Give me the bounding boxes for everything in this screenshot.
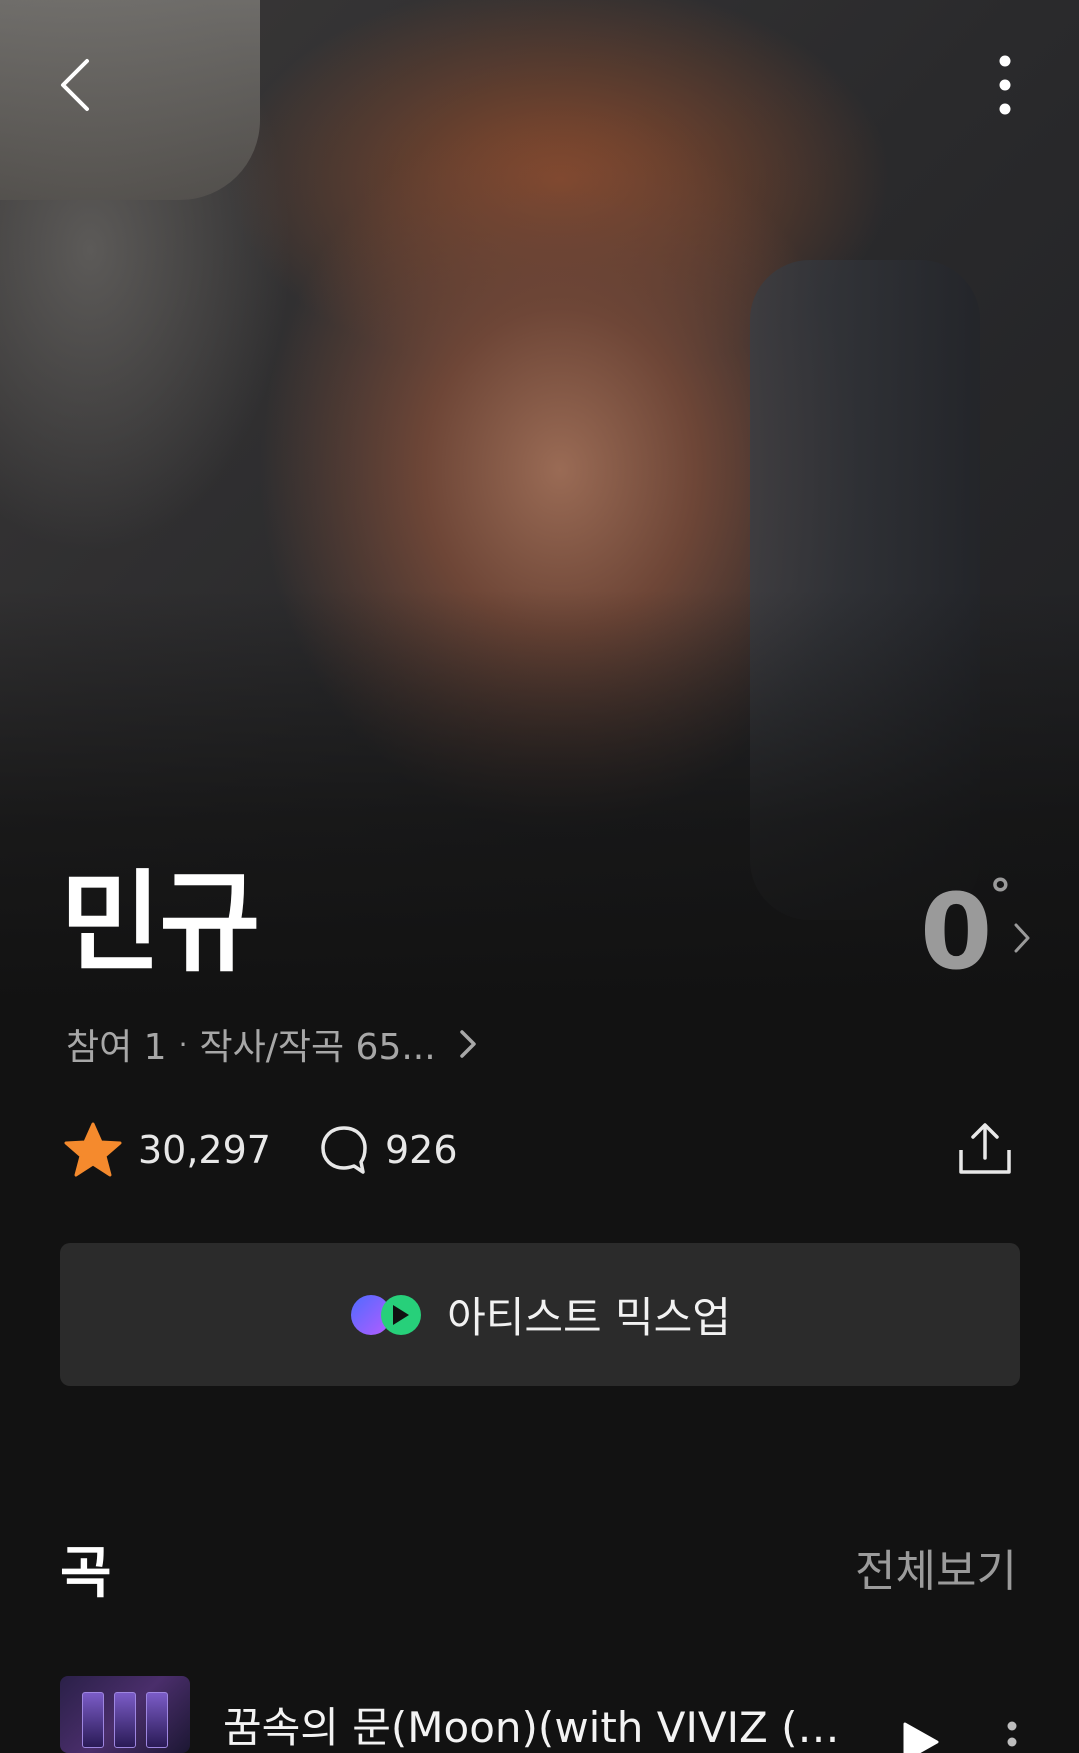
more-vertical-icon[interactable] (1005, 1720, 1019, 1753)
more-vertical-icon (999, 55, 1011, 115)
play-icon[interactable] (903, 1722, 939, 1753)
temperature-value: 0 (920, 871, 992, 993)
back-button[interactable] (40, 45, 110, 125)
comment-button[interactable]: 926 (319, 1124, 458, 1176)
share-icon (959, 1123, 1011, 1174)
artist-stats: 30,297 926 (64, 1122, 458, 1178)
mixup-label: 아티스트 믹스업 (447, 1293, 731, 1342)
share-button[interactable] (955, 1118, 1015, 1178)
participation-count: 참여 1 (66, 1027, 167, 1068)
list-item[interactable]: 꿈속의 문(Moon)(with VIVIZ (비... (60, 1676, 1020, 1753)
back-arrow-icon (61, 59, 89, 111)
song-title: 꿈속의 문(Moon)(with VIVIZ (비... (223, 1703, 863, 1752)
photo-headrest (0, 0, 260, 200)
artist-credits-link[interactable]: 참여 1 · 작사/작곡 65... (66, 1018, 484, 1070)
photo-seat (750, 260, 980, 920)
mixup-logo-icon (351, 1294, 422, 1335)
artist-mixup-button[interactable]: 아티스트 믹스업 (60, 1243, 1020, 1386)
credits-count: 작사/작곡 65... (199, 1027, 436, 1068)
music-temperature[interactable]: 0 ° (920, 870, 1031, 993)
view-all-songs-link[interactable]: 전체보기 (855, 1550, 1017, 1594)
more-options-button[interactable] (970, 45, 1040, 125)
like-count: 30,297 (138, 1128, 271, 1172)
temperature-unit: ° (989, 870, 1012, 921)
comment-count: 926 (384, 1128, 458, 1172)
album-thumbnail (60, 1676, 190, 1753)
artist-name: 민규 (60, 859, 260, 987)
like-button[interactable]: 30,297 (64, 1122, 271, 1178)
star-icon (64, 1122, 122, 1177)
chevron-right-icon (1014, 923, 1030, 953)
separator-dot: · (178, 1027, 188, 1061)
chevron-right-icon (459, 1030, 476, 1058)
comment-icon (321, 1126, 367, 1174)
songs-section-title: 곡 (60, 1541, 112, 1606)
